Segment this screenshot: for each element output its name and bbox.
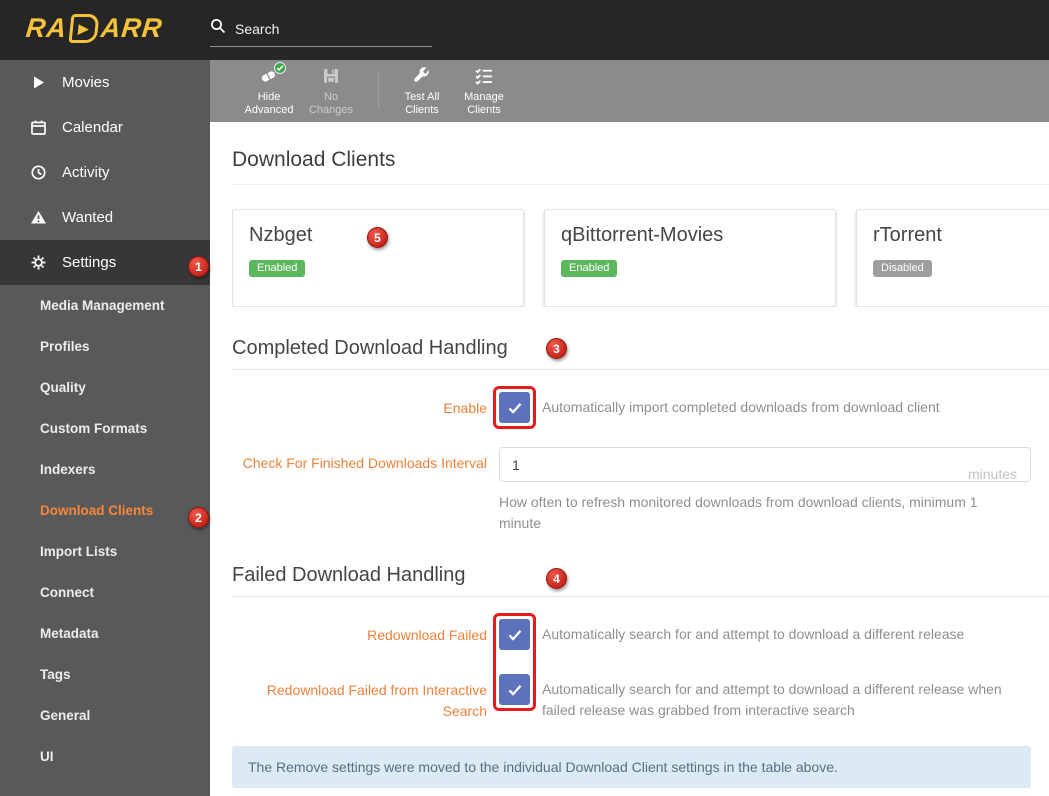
- toolbar-button-label: Test All Clients: [404, 90, 440, 116]
- global-search: [210, 18, 432, 47]
- interval-unit: minutes: [967, 465, 1017, 482]
- top-bar: RA ▶ ARR: [0, 0, 1049, 60]
- sidebar-item-label: Calendar: [62, 119, 123, 136]
- test-all-clients-button[interactable]: Test All Clients: [393, 66, 451, 117]
- sidebar-item-indexers[interactable]: Indexers: [0, 449, 210, 490]
- calendar-icon: [30, 119, 47, 136]
- enable-label: Enable: [443, 400, 487, 416]
- sidebar-item-connect[interactable]: Connect: [0, 572, 210, 613]
- sidebar-item-media-management[interactable]: Media Management: [0, 285, 210, 326]
- save-changes-button[interactable]: No Changes: [302, 66, 360, 117]
- interval-label: Check For Finished Downloads Interval: [242, 455, 487, 471]
- sidebar-item-movies[interactable]: Movies: [0, 60, 210, 105]
- save-icon: [321, 66, 341, 87]
- wrench-icon: [412, 66, 432, 87]
- completed-download-handling-form: Enable Automatically import completed do…: [232, 386, 1049, 534]
- toolbar: Hide Advanced No Changes Test All Client…: [210, 60, 1049, 122]
- download-client-cards: Nzbget Enabled qBittorrent-Movies Enable…: [232, 209, 1049, 307]
- logo-play-icon: ▶: [68, 14, 100, 43]
- form-row-redownload: Redownload Failed Automatically search f…: [232, 619, 1049, 650]
- sidebar-item-custom-formats[interactable]: Custom Formats: [0, 408, 210, 449]
- logo-text-left: RA: [24, 13, 69, 43]
- sidebar-item-label: Movies: [62, 74, 110, 91]
- check-icon: [508, 629, 521, 641]
- sidebar: Movies Calendar Activity Wanted Settings…: [0, 60, 210, 796]
- redownload-help-text: Automatically search for and attempt to …: [542, 626, 965, 642]
- form-row-enable: Enable Automatically import completed do…: [232, 386, 1049, 429]
- search-icon: [210, 18, 235, 39]
- sidebar-item-ui[interactable]: UI: [0, 736, 210, 777]
- check-badge-icon: [274, 61, 286, 74]
- status-badge: Disabled: [873, 260, 932, 277]
- warning-icon: [30, 209, 47, 226]
- sidebar-item-metadata[interactable]: Metadata: [0, 613, 210, 654]
- sidebar-item-label: Wanted: [62, 209, 114, 226]
- status-badge: Enabled: [249, 260, 306, 277]
- redownload-interactive-help-text: Automatically search for and attempt to …: [542, 681, 1002, 718]
- failed-download-handling-form: Redownload Failed Automatically search f…: [232, 613, 1049, 722]
- enable-control: Automatically import completed downloads…: [487, 386, 1031, 429]
- settings-content: Download Clients Nzbget Enabled qBittorr…: [210, 122, 1049, 788]
- sidebar-item-quality[interactable]: Quality: [0, 367, 210, 408]
- play-icon: [30, 74, 47, 91]
- client-card-nzbget[interactable]: Nzbget Enabled: [232, 209, 524, 307]
- form-row-redownload-interactive: Redownload Failed from Interactive Searc…: [232, 674, 1049, 722]
- redownload-control: Automatically search for and attempt to …: [487, 619, 1031, 650]
- toolbar-button-label: Manage Clients: [464, 90, 504, 116]
- sidebar-item-wanted[interactable]: Wanted: [0, 195, 210, 240]
- failed-download-handling-heading: Failed Download Handling: [232, 564, 1049, 597]
- form-row-interval: Check For Finished Downloads Interval mi…: [232, 447, 1049, 534]
- sidebar-item-calendar[interactable]: Calendar: [0, 105, 210, 150]
- info-notice: The Remove settings were moved to the in…: [232, 746, 1031, 788]
- logo-text-right: ARR: [99, 13, 165, 43]
- toolbar-divider: [378, 73, 379, 109]
- advanced-pill-icon: [259, 61, 286, 87]
- gear-icon: [30, 254, 47, 271]
- completed-download-handling-heading: Completed Download Handling: [232, 337, 1049, 370]
- sidebar-item-import-lists[interactable]: Import Lists: [0, 531, 210, 572]
- check-icon: [508, 402, 521, 414]
- check-icon: [508, 684, 521, 696]
- clock-icon: [30, 164, 47, 181]
- status-badge: Enabled: [561, 260, 618, 277]
- interval-input[interactable]: [499, 447, 1031, 482]
- sidebar-item-label: Activity: [62, 164, 110, 181]
- sidebar-item-label: Settings: [62, 254, 117, 271]
- redownload-interactive-checkbox[interactable]: [499, 674, 530, 705]
- sidebar-item-activity[interactable]: Activity: [0, 150, 210, 195]
- redownload-interactive-label: Redownload Failed from Interactive Searc…: [266, 682, 487, 719]
- toolbar-button-label: No Changes: [308, 90, 354, 116]
- client-name: rTorrent: [873, 224, 942, 246]
- toolbar-button-label: Hide Advanced: [244, 90, 294, 116]
- sidebar-item-settings[interactable]: Settings: [0, 240, 210, 285]
- sidebar-item-general[interactable]: General: [0, 695, 210, 736]
- enable-checkbox[interactable]: [499, 392, 530, 423]
- radarr-logo[interactable]: RA ▶ ARR: [24, 13, 164, 44]
- client-card-qbittorrent-movies[interactable]: qBittorrent-Movies Enabled: [544, 209, 836, 307]
- page-title: Download Clients: [232, 148, 396, 171]
- page-header: Download Clients: [232, 122, 1049, 185]
- manage-clients-button[interactable]: Manage Clients: [455, 66, 513, 117]
- sidebar-item-profiles[interactable]: Profiles: [0, 326, 210, 367]
- interval-help-text: How often to refresh monitored downloads…: [499, 494, 978, 531]
- enable-help-text: Automatically import completed downloads…: [542, 399, 940, 415]
- interval-control: minutes How often to refresh monitored d…: [487, 447, 1031, 534]
- redownload-label: Redownload Failed: [367, 627, 487, 643]
- redownload-interactive-control: Automatically search for and attempt to …: [487, 674, 1031, 721]
- redownload-checkbox[interactable]: [499, 619, 530, 650]
- search-input[interactable]: [235, 20, 415, 37]
- main-panel: Hide Advanced No Changes Test All Client…: [210, 60, 1049, 796]
- sidebar-item-tags[interactable]: Tags: [0, 654, 210, 695]
- client-card-rtorrent[interactable]: rTorrent Disabled: [856, 209, 1049, 307]
- hide-advanced-button[interactable]: Hide Advanced: [240, 61, 298, 117]
- client-name: Nzbget: [249, 224, 313, 246]
- task-list-icon: [474, 66, 494, 87]
- client-name: qBittorrent-Movies: [561, 224, 724, 246]
- sidebar-item-download-clients[interactable]: Download Clients: [0, 490, 210, 531]
